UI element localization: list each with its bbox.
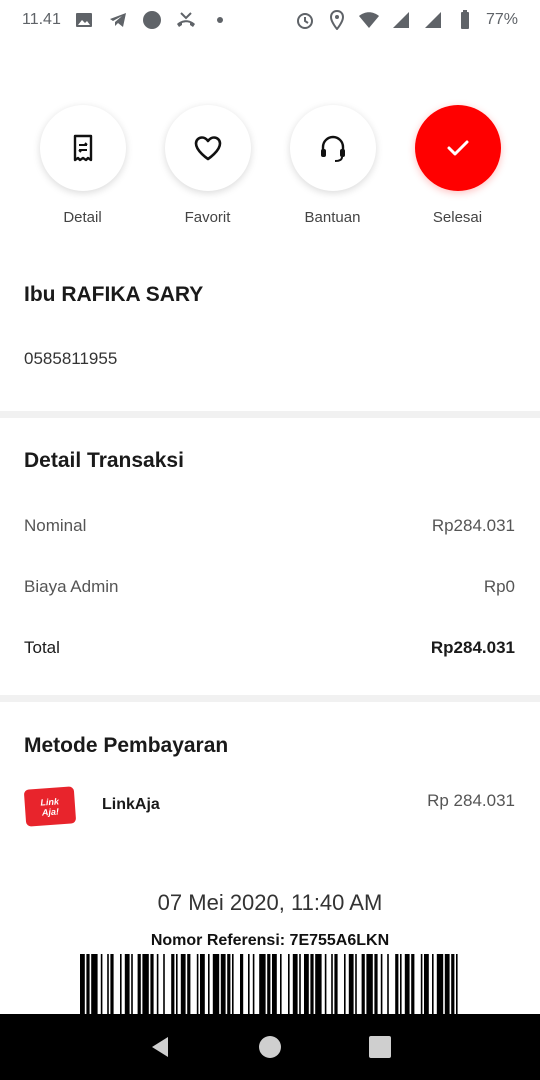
admin-fee-row: Biaya Admin Rp0 (24, 577, 515, 597)
battery-icon (454, 9, 476, 31)
help-label: Bantuan (304, 209, 361, 226)
detail-label: Detail (63, 209, 102, 226)
navigation-bar (0, 1014, 540, 1080)
missed-call-icon (175, 9, 197, 31)
location-icon (326, 9, 348, 31)
section-divider (0, 411, 540, 418)
barcode (80, 954, 458, 1014)
back-icon (152, 1037, 168, 1057)
payment-amount: Rp 284.031 (427, 791, 515, 810)
receipt-icon (73, 134, 92, 162)
back-button[interactable] (146, 1033, 174, 1061)
wifi-icon (358, 9, 380, 31)
action-bar: Detail Favorit Bantuan Selesai (20, 105, 520, 226)
detail-button[interactable]: Detail (20, 105, 145, 226)
signal-icon (422, 9, 444, 31)
check-icon (447, 140, 468, 156)
admin-fee-label: Biaya Admin (24, 577, 119, 596)
detail-button-circle[interactable] (39, 105, 126, 191)
help-button-circle[interactable] (289, 105, 376, 191)
transaction-title: Detail Transaksi (24, 449, 184, 472)
logo-text-line2: Aja! (41, 805, 60, 818)
signal-icon (390, 9, 412, 31)
done-button[interactable]: Selesai (395, 105, 520, 226)
payment-title: Metode Pembayaran (24, 734, 229, 757)
total-label: Total (24, 638, 60, 657)
battery-percent: 77% (485, 11, 518, 28)
home-button[interactable] (256, 1033, 284, 1061)
status-bar: 11.41 77% (0, 0, 540, 40)
image-icon (73, 9, 95, 31)
favorite-button-circle[interactable] (164, 105, 251, 191)
payment-method-name: LinkAja (102, 796, 160, 813)
headset-icon (320, 135, 345, 162)
nominal-row: Nominal Rp284.031 (24, 516, 515, 536)
done-label: Selesai (432, 209, 483, 226)
heart-icon (194, 136, 221, 161)
payment-method-row: Link Aja! LinkAja Rp 284.031 (23, 786, 515, 827)
alarm-icon (294, 9, 316, 31)
record-icon (141, 9, 163, 31)
total-row: Total Rp284.031 (24, 638, 515, 658)
reference-number: Nomor Referensi: 7E755A6LKN (150, 932, 390, 949)
linkaja-logo: Link Aja! (23, 786, 77, 827)
customer-section: Ibu RAFIKA SARY 0585811955 (24, 283, 516, 369)
admin-fee-value: Rp0 (483, 577, 515, 596)
recents-button[interactable] (366, 1033, 394, 1061)
help-button[interactable]: Bantuan (270, 105, 395, 226)
section-divider (0, 695, 540, 702)
favorite-label: Favorit (184, 209, 231, 226)
customer-name: Ibu RAFIKA SARY (24, 283, 204, 306)
telegram-icon (107, 9, 129, 31)
nominal-label: Nominal (24, 516, 87, 535)
done-button-circle[interactable] (414, 105, 501, 191)
recents-icon (369, 1036, 391, 1058)
transaction-timestamp: 07 Mei 2020, 11:40 AM (157, 890, 383, 915)
customer-id: 0585811955 (24, 349, 118, 368)
nominal-value: Rp284.031 (431, 516, 515, 535)
status-time: 11.41 (22, 11, 61, 28)
dot-icon (209, 9, 231, 31)
total-value: Rp284.031 (430, 638, 515, 657)
favorite-button[interactable]: Favorit (145, 105, 270, 226)
home-icon (259, 1036, 281, 1058)
